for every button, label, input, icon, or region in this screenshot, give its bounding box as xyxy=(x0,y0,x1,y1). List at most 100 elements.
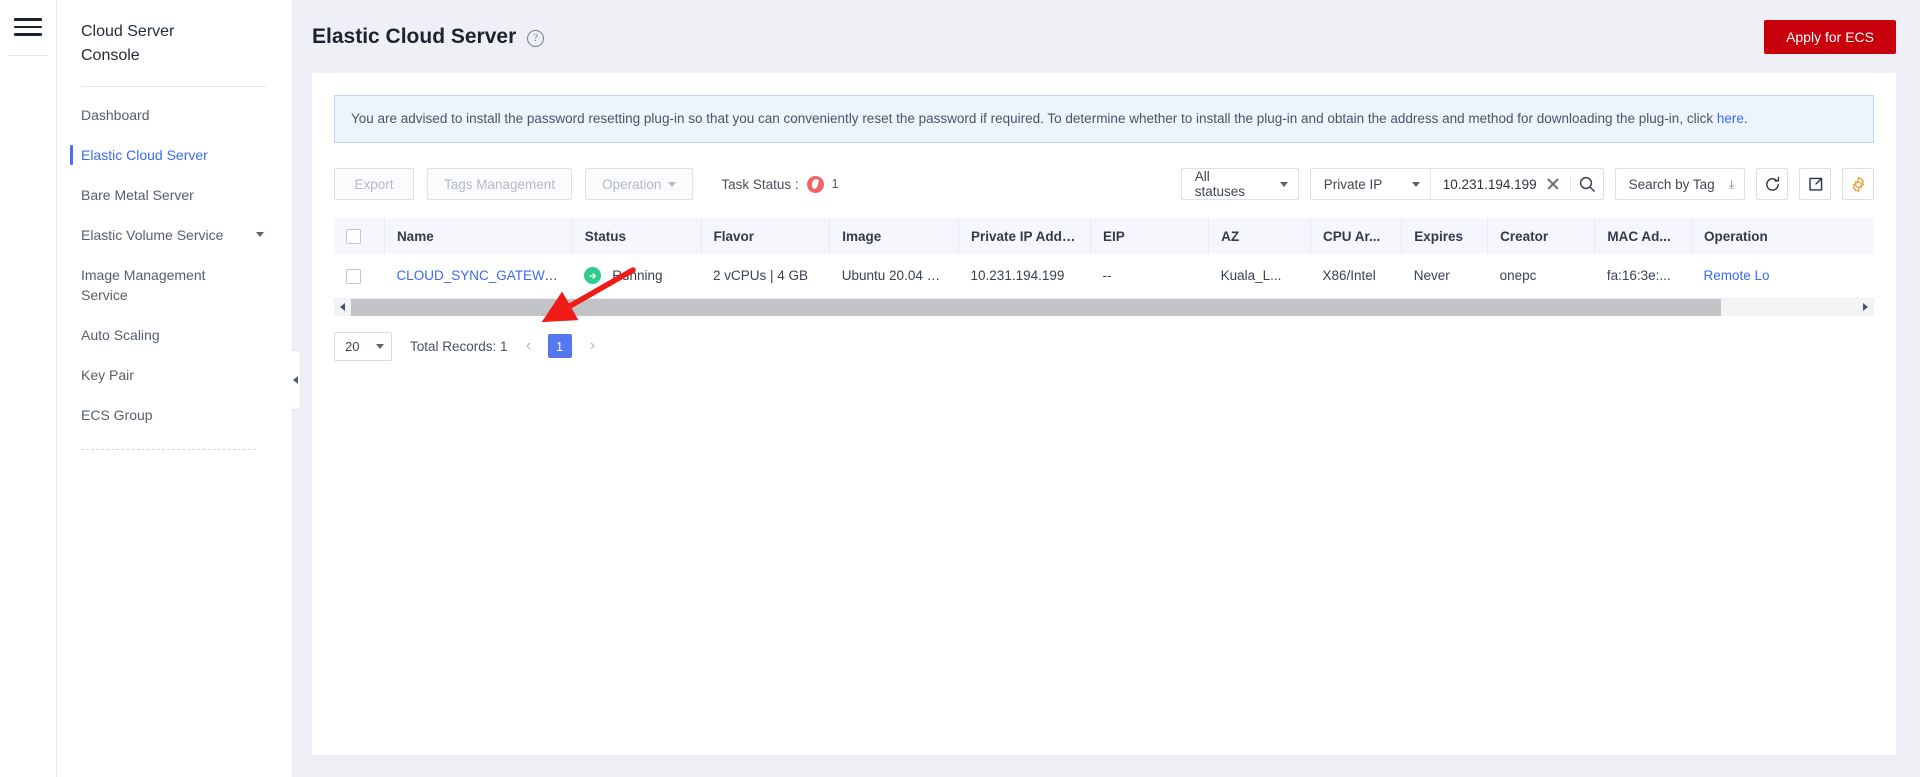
chevron-down-icon xyxy=(376,343,384,349)
sidebar-item-label: ECS Group xyxy=(81,407,153,423)
gear-icon[interactable] xyxy=(1842,168,1874,200)
sidebar-bottom-divider xyxy=(81,449,256,450)
search-icon[interactable] xyxy=(1573,169,1603,199)
search-group: Private IP 10.231.194.199 xyxy=(1309,168,1604,200)
row-checkbox[interactable] xyxy=(346,268,361,284)
column-header-name[interactable]: Name xyxy=(384,218,573,254)
sidebar-item-label: Image Management Service xyxy=(81,267,206,303)
page-size-select[interactable]: 20 xyxy=(334,331,392,361)
sidebar-item-label: Elastic Cloud Server xyxy=(81,147,208,163)
ecs-table: Name Status Flavor Image Private IP Addr… xyxy=(334,218,1874,316)
sidebar-item-image-management-service[interactable]: Image Management Service xyxy=(57,255,292,315)
search-input[interactable]: 10.231.194.199 xyxy=(1443,177,1537,192)
ecs-table-element: Name Status Flavor Image Private IP Addr… xyxy=(334,218,1874,299)
page-size-value: 20 xyxy=(345,338,360,354)
status-filter-select[interactable]: All statuses xyxy=(1180,168,1299,200)
cell-mac-address: fa:16:3e:... xyxy=(1594,254,1692,299)
chevron-down-icon xyxy=(668,181,677,187)
scroll-left-arrow-icon[interactable] xyxy=(334,299,351,316)
search-field-select[interactable]: Private IP xyxy=(1311,169,1431,199)
column-header-mac-address[interactable]: MAC Ad... xyxy=(1594,218,1692,254)
sidebar-divider xyxy=(81,86,266,87)
sidebar-collapse-handle[interactable] xyxy=(291,350,301,410)
sidebar-item-elastic-cloud-server[interactable]: Elastic Cloud Server xyxy=(57,135,292,175)
sidebar-item-auto-scaling[interactable]: Auto Scaling xyxy=(57,315,292,355)
cell-cpu-arch: X86/Intel xyxy=(1310,254,1402,299)
hamburger-menu-icon[interactable] xyxy=(14,14,42,40)
task-status-group: Task Status : 1 xyxy=(721,175,839,193)
scrollbar-track[interactable] xyxy=(351,298,1857,316)
table-head: Name Status Flavor Image Private IP Addr… xyxy=(334,218,1874,254)
table-header-row: Name Status Flavor Image Private IP Addr… xyxy=(334,218,1874,254)
sidebar-item-elastic-volume-service[interactable]: Elastic Volume Service xyxy=(57,215,292,255)
table-body: CLOUD_SYNC_GATEWAY-2024 Running xyxy=(334,254,1874,299)
cell-creator: onepc xyxy=(1487,254,1595,299)
search-by-tag-button[interactable]: Search by Tag ⤓ xyxy=(1614,168,1745,200)
operation-label: Operation xyxy=(602,176,662,192)
search-input-wrap: 10.231.194.199 xyxy=(1431,169,1568,199)
toolbar-right-group: All statuses Private IP 10.231.194.199 S… xyxy=(1180,168,1874,200)
page-header: Elastic Cloud Server ? Apply for ECS xyxy=(293,0,1920,73)
cell-flavor: 2 vCPUs | 4 GB xyxy=(701,254,830,299)
table-row[interactable]: CLOUD_SYNC_GATEWAY-2024 Running xyxy=(334,254,1874,299)
app-root: Cloud Server Console Dashboard Elastic C… xyxy=(0,0,1920,777)
operation-dropdown-button[interactable]: Operation xyxy=(585,168,694,200)
export-button[interactable]: Export xyxy=(334,168,414,200)
sidebar-item-label: Bare Metal Server xyxy=(81,187,194,203)
scroll-right-arrow-icon[interactable] xyxy=(1857,299,1874,316)
sidebar-item-bare-metal-server[interactable]: Bare Metal Server xyxy=(57,175,292,215)
search-separator xyxy=(1569,176,1571,192)
column-header-flavor[interactable]: Flavor xyxy=(701,218,831,254)
horizontal-scrollbar[interactable] xyxy=(334,298,1874,316)
remote-login-link[interactable]: Remote Lo xyxy=(1703,268,1769,283)
sidebar-item-key-pair[interactable]: Key Pair xyxy=(57,355,292,395)
page-title: Elastic Cloud Server xyxy=(312,24,517,48)
column-header-expires[interactable]: Expires xyxy=(1401,218,1489,254)
column-header-cpu-arch[interactable]: CPU Ar... xyxy=(1310,218,1403,254)
double-chevron-down-icon: ⤓ xyxy=(1728,177,1734,191)
info-banner-link[interactable]: here xyxy=(1717,111,1744,126)
cell-eip: -- xyxy=(1090,254,1209,299)
sidebar-nav: Dashboard Elastic Cloud Server Bare Meta… xyxy=(57,95,292,450)
search-by-tag-label: Search by Tag xyxy=(1628,176,1715,192)
tags-management-button[interactable]: Tags Management xyxy=(427,168,573,200)
cell-status: Running xyxy=(572,254,701,299)
column-header-operation[interactable]: Operation xyxy=(1691,218,1874,254)
sidebar-item-label: Key Pair xyxy=(81,367,134,383)
select-all-header xyxy=(334,218,385,254)
page-number-1[interactable]: 1 xyxy=(547,334,572,358)
clear-search-icon[interactable] xyxy=(1546,177,1560,191)
scrollbar-thumb[interactable] xyxy=(351,298,1722,316)
sidebar-item-ecs-group[interactable]: ECS Group xyxy=(57,395,292,435)
cell-image: Ubuntu 20.04 LTS xyxy=(829,254,959,299)
next-page-button[interactable]: › xyxy=(580,333,606,359)
column-header-image[interactable]: Image xyxy=(829,218,960,254)
sidebar-item-label: Elastic Volume Service xyxy=(81,227,224,243)
pagination: 20 Total Records: 1 ‹ 1 › xyxy=(334,316,1874,361)
apply-for-ecs-button[interactable]: Apply for ECS xyxy=(1764,19,1896,54)
chevron-left-icon xyxy=(293,376,298,384)
sidebar-item-label: Auto Scaling xyxy=(81,327,160,343)
sidebar-item-dashboard[interactable]: Dashboard xyxy=(57,95,292,135)
sidebar-item-label: Dashboard xyxy=(81,107,150,123)
left-rail xyxy=(0,0,57,777)
export-box-icon[interactable] xyxy=(1799,168,1831,200)
refresh-icon[interactable] xyxy=(1756,168,1788,200)
column-header-status[interactable]: Status xyxy=(572,218,702,254)
select-all-checkbox[interactable] xyxy=(346,228,361,244)
chevron-down-icon xyxy=(1279,181,1288,187)
status-wrap: Running xyxy=(584,267,689,285)
server-name-link[interactable]: CLOUD_SYNC_GATEWAY-2024 xyxy=(396,268,572,283)
column-header-eip[interactable]: EIP xyxy=(1090,218,1210,254)
column-header-creator[interactable]: Creator xyxy=(1487,218,1596,254)
task-status-flame-icon[interactable] xyxy=(806,175,824,193)
info-banner-text: You are advised to install the password … xyxy=(351,111,1717,126)
task-status-count: 1 xyxy=(831,177,839,191)
prev-page-button[interactable]: ‹ xyxy=(516,333,542,359)
column-header-az[interactable]: AZ xyxy=(1208,218,1312,254)
status-filter-value: All statuses xyxy=(1194,169,1246,199)
console-title: Cloud Server Console xyxy=(81,23,175,64)
question-mark-circle-icon[interactable]: ? xyxy=(527,29,545,47)
cell-az: Kuala_L... xyxy=(1208,254,1311,299)
column-header-private-ip[interactable]: Private IP Address xyxy=(958,218,1092,254)
